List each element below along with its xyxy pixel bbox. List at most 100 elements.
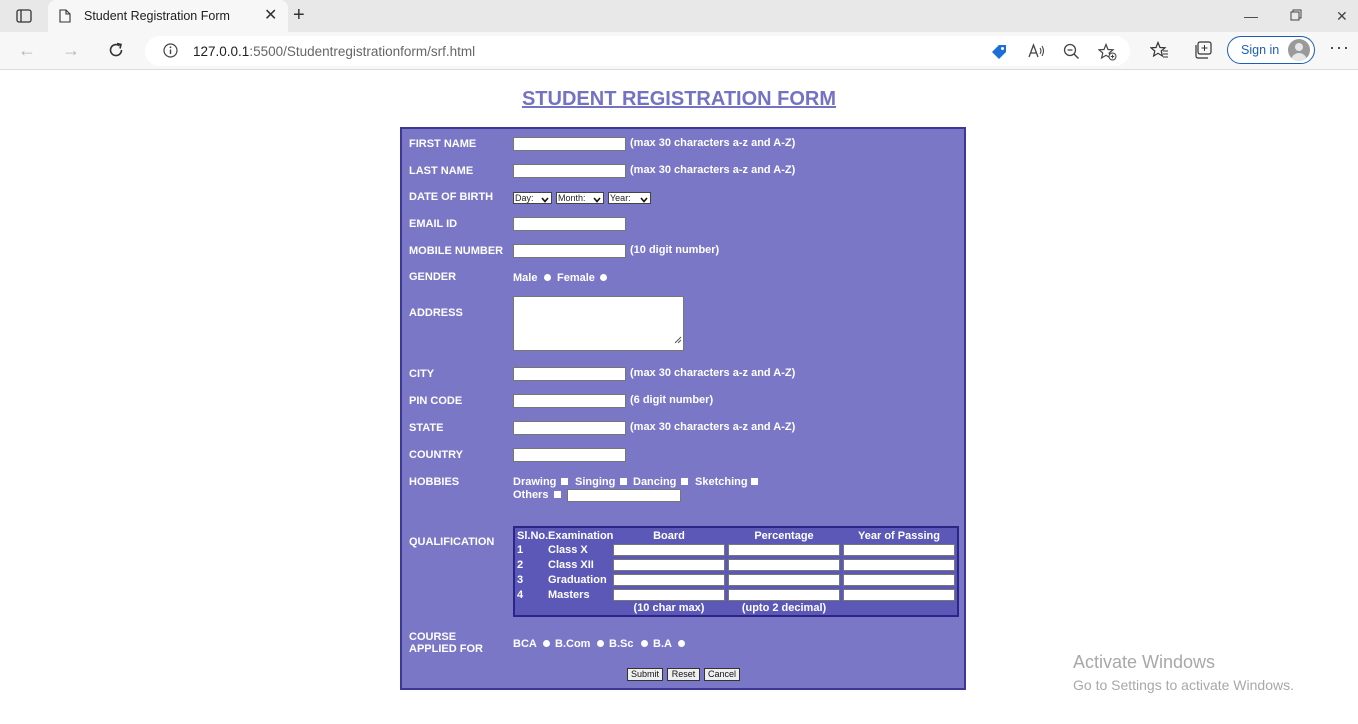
year-select[interactable]: Year: xyxy=(608,192,651,204)
city-label: CITY xyxy=(409,368,435,380)
mobile-input[interactable] xyxy=(513,244,626,258)
qualification-header-examination: Examination xyxy=(548,530,614,542)
hobby-others-input[interactable] xyxy=(567,489,681,502)
forward-icon[interactable]: → xyxy=(62,41,80,59)
course-label-line2: APPLIED FOR xyxy=(409,643,483,655)
board-input[interactable] xyxy=(613,574,725,586)
row-number: 3 xyxy=(517,574,524,586)
tab-actions-icon[interactable] xyxy=(10,6,38,26)
year-of-passing-input[interactable] xyxy=(843,559,955,571)
resize-handle-icon[interactable] xyxy=(674,331,682,349)
chevron-down-icon xyxy=(640,195,648,205)
refresh-icon[interactable] xyxy=(107,41,125,62)
mobile-hint: (10 digit number) xyxy=(630,244,720,256)
url-path: :5500/Studentregistrationform/srf.html xyxy=(249,44,476,59)
email-label: EMAIL ID xyxy=(409,218,458,230)
pin-code-label: PIN CODE xyxy=(409,395,463,407)
course-bca-label: BCA xyxy=(513,638,537,650)
email-input[interactable] xyxy=(513,217,626,231)
shopping-tag-icon[interactable] xyxy=(990,43,1008,66)
qualification-header-year: Year of Passing xyxy=(858,530,940,542)
year-of-passing-input[interactable] xyxy=(843,589,955,601)
url-host: 127.0.0.1 xyxy=(193,44,250,59)
gender-female-label: Female xyxy=(557,272,595,284)
board-input[interactable] xyxy=(613,544,725,556)
sign-in-label: Sign in xyxy=(1241,43,1280,57)
sign-in-button[interactable]: Sign in xyxy=(1227,36,1315,64)
percentage-input[interactable] xyxy=(728,559,840,571)
favorites-icon[interactable] xyxy=(1149,40,1169,64)
gender-female-radio[interactable] xyxy=(600,274,607,281)
course-bsc-radio[interactable] xyxy=(641,640,648,647)
back-icon[interactable]: ← xyxy=(18,41,36,59)
course-bca-radio[interactable] xyxy=(543,640,550,647)
close-window-icon[interactable]: ✕ xyxy=(1336,8,1348,24)
hobby-others-label: Others xyxy=(513,489,549,501)
last-name-input[interactable] xyxy=(513,164,626,178)
more-options-icon[interactable]: ··· xyxy=(1329,38,1350,56)
year-of-passing-input[interactable] xyxy=(843,574,955,586)
percentage-input[interactable] xyxy=(728,544,840,556)
pin-code-input[interactable] xyxy=(513,394,626,408)
hobby-drawing-label: Drawing xyxy=(513,476,557,488)
zoom-out-icon[interactable] xyxy=(1063,43,1080,65)
add-favorite-icon[interactable] xyxy=(1097,42,1117,66)
board-input[interactable] xyxy=(613,559,725,571)
board-footnote: (10 char max) xyxy=(633,602,705,614)
submit-button[interactable]: Submit xyxy=(627,668,663,681)
close-tab-icon[interactable]: ✕ xyxy=(264,8,277,24)
site-info-icon[interactable] xyxy=(163,43,178,63)
hobby-dancing-checkbox[interactable] xyxy=(681,478,688,485)
day-select[interactable]: Day: xyxy=(513,192,552,204)
row-number: 4 xyxy=(517,589,524,601)
row-exam: Masters xyxy=(548,589,590,601)
browser-tab[interactable]: Student Registration Form ✕ xyxy=(48,0,288,32)
read-aloud-icon[interactable] xyxy=(1028,43,1046,64)
reset-button[interactable]: Reset xyxy=(667,668,700,681)
address-textarea[interactable] xyxy=(513,296,684,351)
course-bsc-label: B.Sc xyxy=(609,638,634,650)
activation-watermark-title: Activate Windows xyxy=(1073,652,1216,672)
month-select[interactable]: Month: xyxy=(556,192,604,204)
course-label-line1: COURSE xyxy=(409,631,457,643)
year-of-passing-input[interactable] xyxy=(843,544,955,556)
hobby-others-checkbox[interactable] xyxy=(554,491,561,498)
gender-male-radio[interactable] xyxy=(544,274,551,281)
restore-icon[interactable] xyxy=(1290,8,1302,24)
board-input[interactable] xyxy=(613,589,725,601)
address-bar[interactable]: 127.0.0.1:5500/Studentregistrationform/s… xyxy=(145,36,1130,66)
percentage-input[interactable] xyxy=(728,589,840,601)
cancel-button[interactable]: Cancel xyxy=(704,668,740,681)
qualification-header-board: Board xyxy=(653,530,685,542)
minimize-icon[interactable]: — xyxy=(1244,8,1258,24)
hobby-drawing-checkbox[interactable] xyxy=(561,478,568,485)
hobby-sketching-checkbox[interactable] xyxy=(751,478,758,485)
row-exam: Class X xyxy=(548,544,588,556)
city-input[interactable] xyxy=(513,367,626,381)
course-bcom-radio[interactable] xyxy=(597,640,604,647)
new-tab-icon[interactable]: + xyxy=(293,5,305,25)
hobby-singing-checkbox[interactable] xyxy=(620,478,627,485)
gender-label: GENDER xyxy=(409,271,457,283)
collections-icon[interactable] xyxy=(1194,41,1213,64)
first-name-hint: (max 30 characters a-z and A-Z) xyxy=(630,137,796,149)
state-input[interactable] xyxy=(513,421,626,435)
pin-code-hint: (6 digit number) xyxy=(630,394,714,406)
course-ba-label: B.A xyxy=(653,638,672,650)
first-name-input[interactable] xyxy=(513,137,626,151)
qualification-label: QUALIFICATION xyxy=(409,536,495,548)
course-bcom-label: B.Com xyxy=(555,638,591,650)
hobbies-label: HOBBIES xyxy=(409,476,460,488)
qualification-header-slno: Sl.No. xyxy=(517,530,549,542)
row-exam: Class XII xyxy=(548,559,594,571)
browser-toolbar: ← → 127.0.0.1:5500/Studentregistrationfo… xyxy=(0,32,1358,70)
city-hint: (max 30 characters a-z and A-Z) xyxy=(630,367,796,379)
course-ba-radio[interactable] xyxy=(678,640,685,647)
row-number: 1 xyxy=(517,544,524,556)
hobby-singing-label: Singing xyxy=(575,476,616,488)
country-input[interactable] xyxy=(513,448,626,462)
browser-tab-bar: Student Registration Form ✕ + — ✕ xyxy=(0,0,1358,32)
percentage-input[interactable] xyxy=(728,574,840,586)
url-text: 127.0.0.1:5500/Studentregistrationform/s… xyxy=(193,44,475,59)
address-label: ADDRESS xyxy=(409,307,463,319)
